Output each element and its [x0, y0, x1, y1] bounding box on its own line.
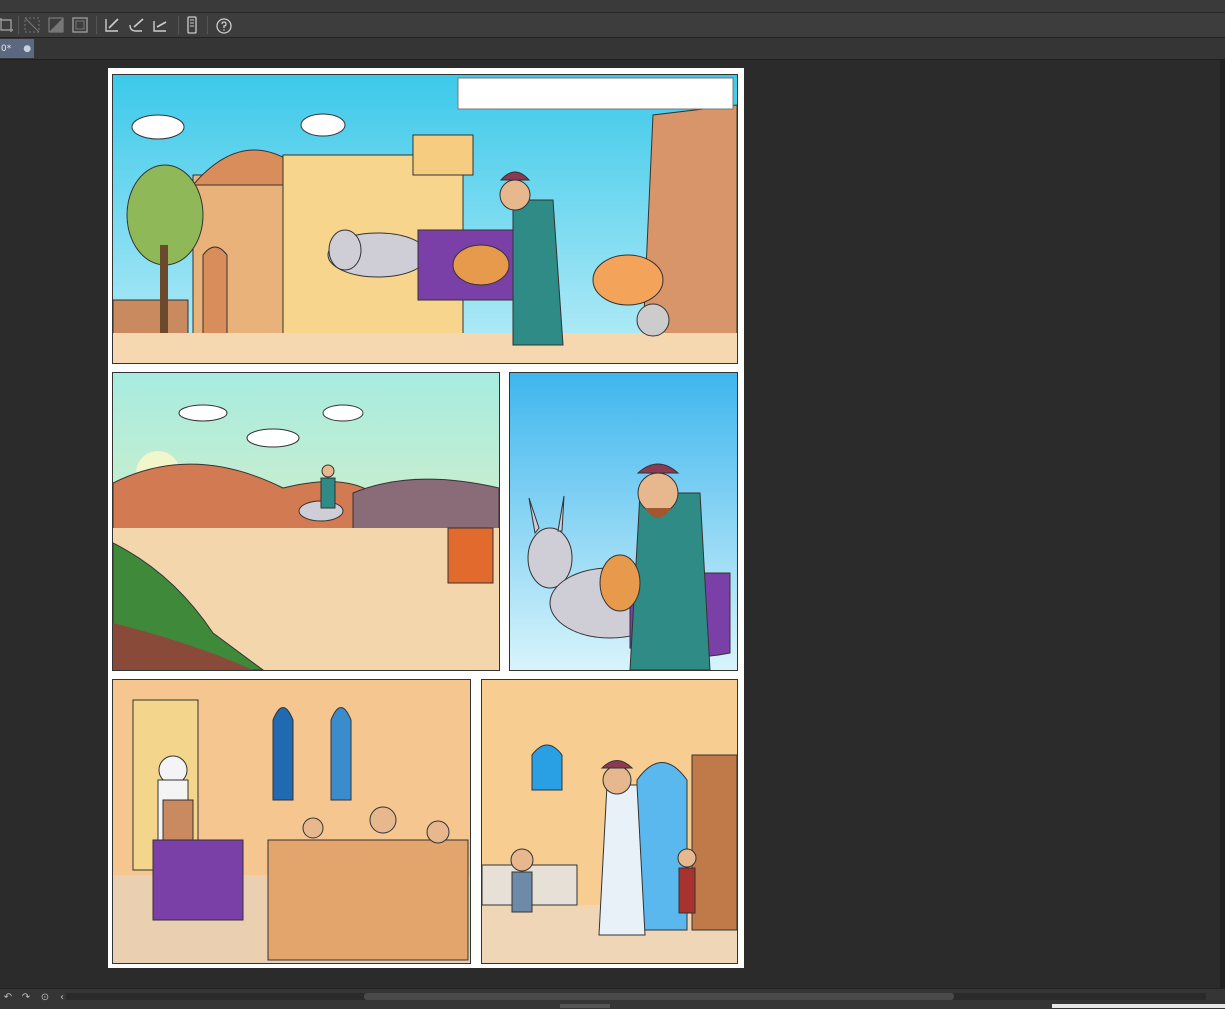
- status-bar: ↶ ↷ ⊙ ‹: [0, 988, 1225, 1009]
- grid-off-icon[interactable]: [22, 15, 42, 35]
- document-tab[interactable]: 0* ●: [0, 39, 34, 58]
- rotate-right-icon[interactable]: ↷: [20, 992, 32, 1004]
- ruler-pen-icon[interactable]: [102, 15, 122, 35]
- panel-2-desert-journey: [112, 372, 500, 671]
- horizontal-scrollbar-thumb[interactable]: [364, 993, 954, 1000]
- panel-3-man-with-donkey: [509, 372, 738, 671]
- panel-5-home-interior: [481, 679, 738, 964]
- curve-ruler-icon[interactable]: [126, 15, 146, 35]
- bottom-indicator: [560, 1004, 610, 1008]
- vertical-scrollbar[interactable]: [1220, 60, 1225, 988]
- rotate-left-icon[interactable]: ↶: [2, 992, 14, 1004]
- device-icon[interactable]: [182, 15, 202, 35]
- toolbar-separator: [207, 16, 208, 34]
- frame-icon[interactable]: [70, 15, 90, 35]
- comic-page: [108, 68, 744, 968]
- document-tab-bar: 0* ●: [0, 38, 1225, 60]
- document-tab-label: 0*: [1, 43, 12, 54]
- panel-4-synagogue: [112, 679, 471, 964]
- close-tab-icon[interactable]: ●: [23, 44, 31, 54]
- panel-1-village-donkey: [112, 74, 738, 364]
- toolbar-separator: [178, 16, 179, 34]
- symmetry-ruler-icon[interactable]: [150, 15, 170, 35]
- grid-diagonal-icon[interactable]: [46, 15, 66, 35]
- toolbar-separator: [96, 16, 97, 34]
- menu-bar: [0, 0, 1225, 13]
- help-icon[interactable]: [214, 15, 234, 35]
- toolbar: [0, 13, 1225, 38]
- bottom-panel-edge: [1052, 1004, 1225, 1008]
- crop-icon[interactable]: [0, 15, 16, 35]
- reset-icon[interactable]: ⊙: [39, 992, 51, 1004]
- toolbar-separator: [18, 16, 19, 34]
